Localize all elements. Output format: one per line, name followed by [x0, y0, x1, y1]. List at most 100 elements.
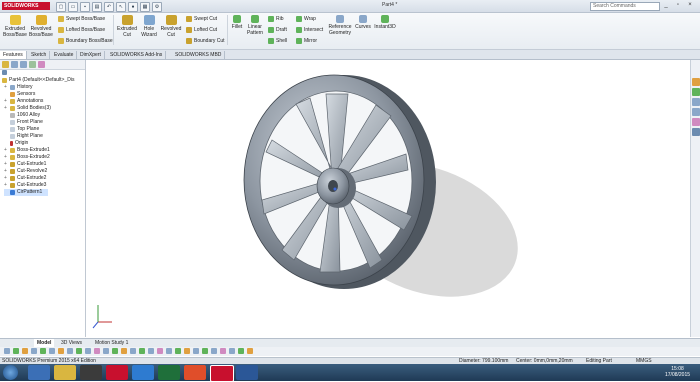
view-icon[interactable] [238, 348, 244, 354]
tree-item-origin[interactable]: Origin [4, 140, 28, 147]
tree-item-front-plane[interactable]: Front Plane [4, 119, 43, 126]
lofted-cut-button[interactable]: Lofted Cut [186, 27, 217, 33]
hole-wizard-button[interactable]: Hole Wizard [139, 15, 159, 38]
minimize-icon[interactable]: _ [662, 2, 670, 9]
file-explorer-icon[interactable] [692, 98, 700, 106]
rebuild-icon[interactable]: ● [128, 2, 138, 12]
tab-evaluate[interactable]: Evaluate [51, 51, 78, 59]
view-icon[interactable] [220, 348, 226, 354]
tab-mbd[interactable]: SOLIDWORKS MBD [172, 51, 226, 59]
word-icon[interactable] [236, 365, 258, 380]
tree-root[interactable]: Part4 (Default<<Default>_Dis [2, 77, 74, 84]
view-icon[interactable] [103, 348, 109, 354]
tree-item-selected[interactable]: CirPattern1 [4, 189, 49, 196]
view-icon[interactable] [121, 348, 127, 354]
file-properties-icon[interactable]: ▦ [140, 2, 150, 12]
tab-dimxpert[interactable]: DimXpert [77, 51, 105, 59]
tab-3d-views[interactable]: 3D Views [58, 339, 85, 347]
fillet-button[interactable]: Fillet [229, 15, 245, 30]
filter-icon[interactable] [2, 70, 7, 75]
view-icon[interactable] [166, 348, 172, 354]
tree-item-annotations[interactable]: + Annotations [4, 98, 43, 105]
view-icon[interactable] [193, 348, 199, 354]
mirror-button[interactable]: Mirror [296, 38, 317, 44]
view-icon[interactable] [40, 348, 46, 354]
tree-item-solid-bodies[interactable]: + Solid Bodies(3) [4, 105, 51, 112]
solidworks-resources-icon[interactable] [692, 78, 700, 86]
view-icon[interactable] [130, 348, 136, 354]
lofted-boss-button[interactable]: Lofted Boss/Base [58, 27, 105, 33]
shell-button[interactable]: Shell [268, 38, 287, 44]
tree-item-material[interactable]: 1060 Alloy [4, 112, 40, 119]
reference-geometry-button[interactable]: Reference Geometry [327, 15, 353, 36]
app-icon[interactable] [158, 365, 180, 380]
media-icon[interactable] [80, 365, 102, 380]
tab-features[interactable]: Features [0, 51, 27, 59]
tree-item-sensors[interactable]: Sensors [4, 91, 35, 98]
app-icon[interactable] [106, 365, 128, 380]
solidworks-taskbar-icon[interactable] [210, 365, 234, 382]
revolved-cut-button[interactable]: Revolved Cut [160, 15, 182, 38]
start-icon[interactable] [3, 365, 18, 380]
design-library-icon[interactable] [692, 88, 700, 96]
swept-boss-button[interactable]: Swept Boss/Base [58, 16, 105, 22]
extruded-cut-button[interactable]: Extruded Cut [116, 15, 138, 38]
draft-button[interactable]: Draft [268, 27, 287, 33]
view-icon[interactable] [202, 348, 208, 354]
view-icon[interactable] [229, 348, 235, 354]
view-icon[interactable] [175, 348, 181, 354]
view-icon[interactable] [247, 348, 253, 354]
skype-icon[interactable] [132, 365, 154, 380]
chrome-icon[interactable] [184, 365, 206, 380]
tree-item-top-plane[interactable]: Top Plane [4, 126, 39, 133]
search-commands-input[interactable]: Search Commands [590, 2, 660, 11]
curves-button[interactable]: Curves [354, 15, 372, 30]
configuration-manager-tab-icon[interactable] [20, 61, 27, 68]
tree-item-right-plane[interactable]: Right Plane [4, 133, 43, 140]
tab-model[interactable]: Model [34, 339, 55, 347]
clock[interactable]: 15:08 17/08/2015 [665, 366, 690, 378]
view-icon[interactable] [94, 348, 100, 354]
tree-item-feature[interactable]: + Cut-Extrude3 [4, 182, 46, 189]
tree-item-feature[interactable]: + Cut-Extrude2 [4, 175, 46, 182]
view-icon[interactable] [85, 348, 91, 354]
save-icon[interactable]: ▪ [80, 2, 90, 12]
wrap-button[interactable]: Wrap [296, 16, 316, 22]
view-icon[interactable] [184, 348, 190, 354]
view-icon[interactable] [148, 348, 154, 354]
select-icon[interactable]: ↖ [116, 2, 126, 12]
boundary-cut-button[interactable]: Boundary Cut [186, 38, 225, 44]
custom-properties-icon[interactable] [692, 128, 700, 136]
linear-pattern-button[interactable]: Linear Pattern [245, 15, 265, 36]
view-icon[interactable] [4, 348, 10, 354]
tab-addins[interactable]: SOLIDWORKS Add-Ins [107, 51, 167, 59]
tree-item-feature[interactable]: + Boss-Extrude2 [4, 154, 50, 161]
property-manager-tab-icon[interactable] [11, 61, 18, 68]
extruded-boss-button[interactable]: Extruded Boss/Base [3, 15, 27, 38]
intersect-button[interactable]: Intersect [296, 27, 323, 33]
new-document-icon[interactable]: ▢ [56, 2, 66, 12]
rib-button[interactable]: Rib [268, 16, 284, 22]
open-icon[interactable]: ▭ [68, 2, 78, 12]
view-icon[interactable] [13, 348, 19, 354]
instant3d-button[interactable]: Instant3D [373, 15, 397, 30]
display-manager-tab-icon[interactable] [38, 61, 45, 68]
view-icon[interactable] [67, 348, 73, 354]
dimxpert-manager-tab-icon[interactable] [29, 61, 36, 68]
view-icon[interactable] [31, 348, 37, 354]
boundary-boss-button[interactable]: Boundary Boss/Base [58, 38, 113, 44]
tab-motion-study[interactable]: Motion Study 1 [92, 339, 131, 347]
view-icon[interactable] [139, 348, 145, 354]
view-icon[interactable] [49, 348, 55, 354]
options-icon[interactable]: ⚙ [152, 2, 162, 12]
feature-manager-tab-icon[interactable] [2, 61, 9, 68]
restore-icon[interactable]: ▫ [674, 2, 682, 9]
view-icon[interactable] [112, 348, 118, 354]
tab-sketch[interactable]: Sketch [28, 51, 51, 59]
view-icon[interactable] [157, 348, 163, 354]
tree-item-feature[interactable]: + Cut-Revolve2 [4, 168, 47, 175]
view-icon[interactable] [211, 348, 217, 354]
tree-item-feature[interactable]: + Cut-Extrude1 [4, 161, 46, 168]
swept-cut-button[interactable]: Swept Cut [186, 16, 217, 22]
view-icon[interactable] [76, 348, 82, 354]
